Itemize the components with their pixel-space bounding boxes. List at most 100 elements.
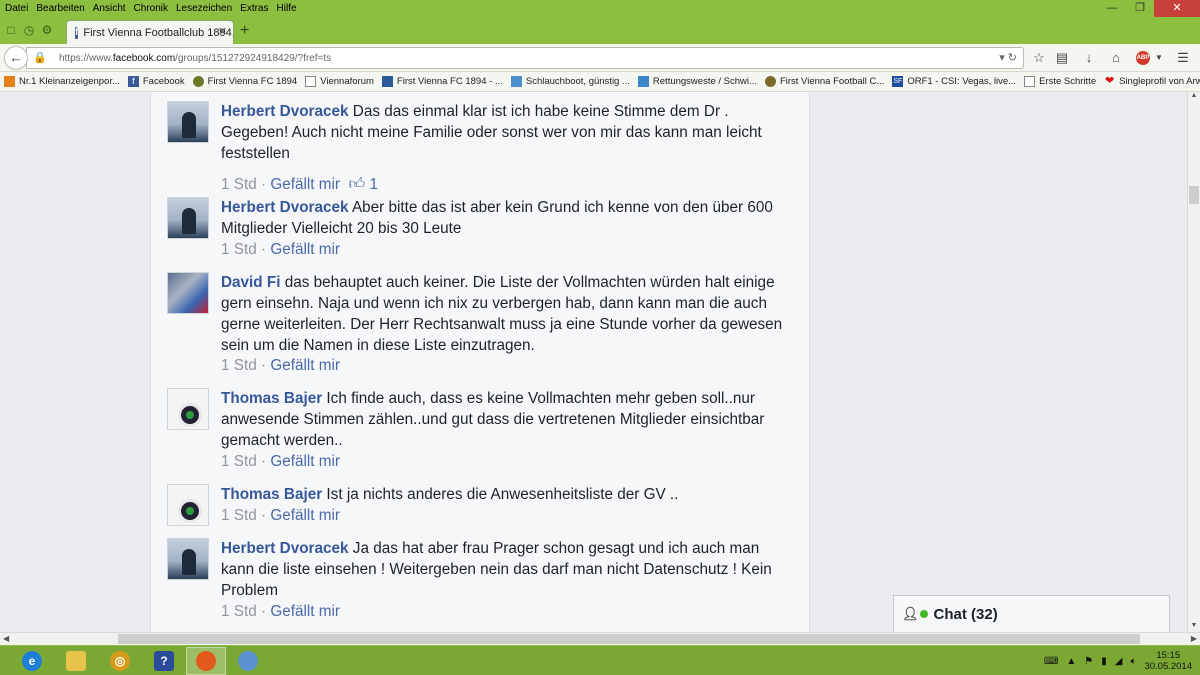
comment-author[interactable]: David Fi bbox=[221, 274, 281, 291]
reader-icon[interactable]: ▤ bbox=[1053, 49, 1071, 67]
page-content: Herbert Dvoracek Das das einmal klar ist… bbox=[0, 92, 1187, 632]
thunderbird-icon[interactable] bbox=[228, 647, 268, 675]
chevron-down-icon[interactable]: ▼ bbox=[1150, 49, 1168, 67]
chevron-up-icon[interactable]: ▲ bbox=[1066, 656, 1076, 667]
comment-time[interactable]: 1 Std bbox=[221, 507, 257, 524]
comment-time[interactable]: 1 Std bbox=[221, 357, 257, 374]
vest-icon bbox=[637, 76, 649, 87]
internet-explorer-icon[interactable]: e bbox=[12, 647, 52, 675]
comment-time[interactable]: 1 Std bbox=[221, 453, 257, 470]
close-icon[interactable]: ✕ bbox=[1154, 0, 1200, 17]
adblock-icon[interactable]: ABP bbox=[1136, 51, 1150, 65]
comment-author[interactable]: Thomas Bajer bbox=[221, 390, 322, 407]
like-count[interactable]: 1 bbox=[370, 176, 379, 193]
scroll-thumb[interactable] bbox=[1189, 186, 1199, 204]
menu-extras[interactable]: Extras bbox=[236, 1, 272, 17]
comment-time[interactable]: 1 Std bbox=[221, 603, 257, 620]
comment-author[interactable]: Herbert Dvoracek bbox=[221, 103, 349, 120]
bookmark[interactable]: Viennaforum bbox=[305, 76, 374, 87]
bookmark[interactable]: f Facebook bbox=[127, 76, 185, 87]
thumbs-up-icon[interactable]: 👍︎ bbox=[349, 176, 366, 193]
comment-author[interactable]: Herbert Dvoracek bbox=[221, 199, 349, 216]
tab-facebook-group[interactable]: f First Vienna Footballclub 1894... ✕ bbox=[66, 20, 234, 44]
help-app-icon[interactable]: ? bbox=[144, 647, 184, 675]
url-host: facebook.com bbox=[112, 52, 176, 64]
menu-datei[interactable]: Datei bbox=[0, 1, 32, 17]
scroll-thumb[interactable] bbox=[118, 634, 1140, 644]
avatar[interactable] bbox=[167, 197, 209, 239]
download-icon[interactable]: ↓ bbox=[1080, 49, 1098, 67]
lock-icon: 🔒 bbox=[33, 52, 47, 64]
menu-ansicht[interactable]: Ansicht bbox=[89, 1, 130, 17]
scroll-right-icon[interactable]: ▶ bbox=[1191, 633, 1197, 645]
file-explorer-icon[interactable] bbox=[56, 647, 96, 675]
tab-groups-icon[interactable]: □ bbox=[4, 23, 18, 37]
home-icon[interactable]: ⌂ bbox=[1107, 49, 1125, 67]
chat-tab[interactable]: 👤︎ Chat (32) bbox=[893, 595, 1170, 632]
club-icon bbox=[764, 76, 776, 87]
bookmark[interactable]: First Vienna FC 1894 - ... bbox=[381, 76, 503, 87]
battery-icon[interactable]: ▮ bbox=[1101, 656, 1107, 667]
horizontal-scrollbar[interactable]: ◀ ▶ bbox=[0, 632, 1200, 645]
url-path: /groups/151272924918429/?fref=ts bbox=[175, 52, 332, 64]
menu-hilfe[interactable]: Hilfe bbox=[273, 1, 301, 17]
clock-time: 15:15 bbox=[1156, 650, 1181, 661]
signal-icon[interactable]: ◢ bbox=[1115, 656, 1123, 667]
gear-icon[interactable]: ⚙ bbox=[40, 23, 54, 37]
minimize-icon[interactable]: — bbox=[1098, 0, 1126, 17]
bookmark[interactable]: SF ORF1 - CSI: Vegas, live... bbox=[892, 76, 1016, 87]
maximize-icon[interactable]: ❐ bbox=[1126, 0, 1154, 17]
volume-icon[interactable]: 🔈︎ bbox=[1130, 656, 1136, 667]
comment-author[interactable]: Herbert Dvoracek bbox=[221, 540, 349, 557]
menu-lesezeichen[interactable]: Lesezeichen bbox=[172, 1, 236, 17]
comment-body: Herbert Dvoracek Ja das hat aber frau Pr… bbox=[221, 538, 791, 601]
orange-bookmark-icon bbox=[4, 76, 15, 87]
vertical-scrollbar[interactable]: ▲ ▼ bbox=[1187, 92, 1200, 632]
url-bar[interactable]: 🔒 https://www. facebook.com/groups/151272… bbox=[26, 47, 1024, 69]
menu-chronik[interactable]: Chronik bbox=[130, 1, 172, 17]
bookmark[interactable]: Rettungsweste / Schwi... bbox=[637, 76, 757, 87]
clock[interactable]: 15:15 30.05.2014 bbox=[1144, 650, 1192, 672]
firefox-icon[interactable] bbox=[186, 647, 226, 675]
comment-time[interactable]: 1 Std bbox=[221, 241, 257, 258]
history-icon[interactable]: ◷ bbox=[22, 23, 36, 37]
bookmark[interactable]: First Vienna Football C... bbox=[764, 76, 884, 87]
avatar[interactable] bbox=[167, 484, 209, 526]
close-tab-icon[interactable]: ✕ bbox=[218, 25, 227, 38]
comment-body: Herbert Dvoracek Aber bitte das ist aber… bbox=[221, 197, 791, 239]
bookmark[interactable]: Erste Schritte bbox=[1024, 76, 1096, 87]
bookmark[interactable]: First Vienna FC 1894 bbox=[192, 76, 297, 87]
bookmark[interactable]: Nr.1 Kleinanzeigenpor... bbox=[4, 76, 120, 87]
globe-app-icon[interactable]: ◎ bbox=[100, 647, 140, 675]
like-link[interactable]: Gefällt mir bbox=[270, 507, 340, 524]
scroll-left-icon[interactable]: ◀ bbox=[3, 633, 9, 645]
tab-title: First Vienna Footballclub 1894... bbox=[83, 26, 234, 39]
menu-icon[interactable]: ☰ bbox=[1174, 49, 1192, 67]
bookmark[interactable]: ❤Singleprofil von Arwen_ bbox=[1104, 76, 1200, 88]
back-button[interactable]: ← bbox=[4, 46, 28, 70]
comment-body: Thomas Bajer Ist ja nichts anderes die A… bbox=[221, 484, 791, 505]
comment-body: David Fi das behauptet auch keiner. Die … bbox=[221, 272, 791, 356]
scroll-up-icon[interactable]: ▲ bbox=[1188, 92, 1200, 102]
people-icon: 👤︎ bbox=[902, 606, 919, 621]
page-icon bbox=[1024, 76, 1036, 87]
like-link[interactable]: Gefällt mir bbox=[270, 241, 340, 258]
star-icon[interactable]: ☆ bbox=[1030, 49, 1048, 67]
like-link[interactable]: Gefällt mir bbox=[270, 603, 340, 620]
like-link[interactable]: Gefällt mir bbox=[270, 176, 340, 193]
menu-bearbeiten[interactable]: Bearbeiten bbox=[32, 1, 88, 17]
keyboard-icon[interactable]: ⌨ bbox=[1044, 656, 1058, 667]
reload-icon[interactable]: ▾ ↻ bbox=[999, 51, 1017, 64]
like-link[interactable]: Gefällt mir bbox=[270, 357, 340, 374]
avatar[interactable] bbox=[167, 272, 209, 314]
comment-author[interactable]: Thomas Bajer bbox=[221, 486, 322, 503]
avatar[interactable] bbox=[167, 538, 209, 580]
new-tab-icon[interactable]: + bbox=[240, 22, 249, 40]
bookmark[interactable]: Schlauchboot, günstig ... bbox=[510, 76, 630, 87]
avatar[interactable] bbox=[167, 101, 209, 143]
scroll-down-icon[interactable]: ▼ bbox=[1188, 622, 1200, 632]
avatar[interactable] bbox=[167, 388, 209, 430]
flag-icon[interactable]: ⚑ bbox=[1084, 656, 1093, 667]
like-link[interactable]: Gefällt mir bbox=[270, 453, 340, 470]
comment-time[interactable]: 1 Std bbox=[221, 176, 257, 193]
